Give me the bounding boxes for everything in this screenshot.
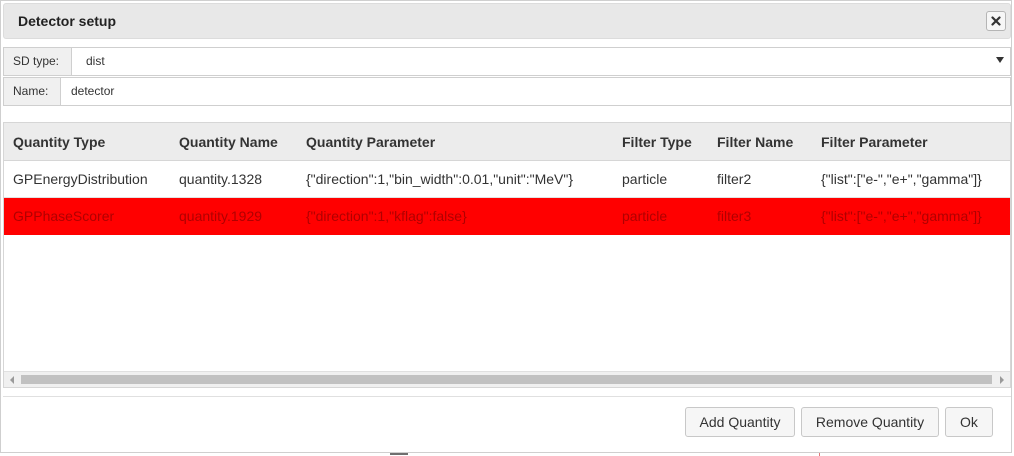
horizontal-scrollbar[interactable] [4, 371, 1010, 387]
column-header-quantity-type[interactable]: Quantity Type [13, 123, 105, 161]
table-header: Quantity Type Quantity Name Quantity Par… [4, 123, 1010, 161]
close-icon [991, 16, 1001, 26]
cell-quantity-name: quantity.1328 [179, 171, 263, 187]
remove-quantity-button[interactable]: Remove Quantity [801, 407, 939, 437]
cell-filter-parameter: {"list":["e-","e+","gamma"]} [821, 208, 982, 224]
table-row[interactable]: GPEnergyDistribution quantity.1328 {"dir… [4, 161, 1010, 198]
table-row-selected[interactable]: GPPhaseScorer quantity.1929 {"direction"… [4, 198, 1010, 235]
cell-filter-type: particle [622, 208, 668, 224]
quantity-table: Quantity Type Quantity Name Quantity Par… [3, 122, 1011, 388]
name-input[interactable]: detector [71, 78, 114, 105]
scrollbar-thumb[interactable] [21, 375, 992, 384]
cell-quantity-name: quantity.1929 [179, 208, 263, 224]
dialog-title: Detector setup [18, 13, 117, 29]
dialog-titlebar[interactable]: Detector setup [3, 3, 1011, 39]
scroll-left-button[interactable] [4, 372, 20, 387]
sd-type-select[interactable]: dist [72, 48, 1010, 75]
cell-filter-name: filter3 [717, 208, 752, 224]
sd-type-field: SD type: dist [3, 47, 1011, 76]
background-mark [390, 453, 408, 455]
column-header-quantity-parameter[interactable]: Quantity Parameter [306, 123, 435, 161]
name-field: Name: detector [3, 77, 1011, 106]
column-header-filter-type[interactable]: Filter Type [622, 123, 692, 161]
ok-button[interactable]: Ok [945, 407, 993, 437]
cell-filter-parameter: {"list":["e-","e+","gamma"]} [821, 171, 982, 187]
cell-filter-type: particle [622, 171, 668, 187]
close-button[interactable] [986, 11, 1006, 31]
footer-divider [3, 396, 1011, 397]
column-header-filter-name[interactable]: Filter Name [717, 123, 793, 161]
scroll-right-button[interactable] [994, 372, 1010, 387]
column-header-quantity-name[interactable]: Quantity Name [179, 123, 278, 161]
sd-type-label: SD type: [4, 48, 72, 75]
sd-type-value: dist [86, 54, 105, 68]
cell-quantity-parameter: {"direction":1,"kflag":false} [306, 208, 467, 224]
cell-quantity-type: GPPhaseScorer [13, 208, 115, 224]
caret-left-icon [10, 375, 14, 384]
caret-right-icon [1000, 375, 1004, 384]
cell-filter-name: filter2 [717, 171, 752, 187]
detector-setup-dialog: Detector setup SD type: dist Name: detec… [0, 0, 1012, 453]
cell-quantity-parameter: {"direction":1,"bin_width":0.01,"unit":"… [306, 171, 574, 187]
column-header-filter-parameter[interactable]: Filter Parameter [821, 123, 928, 161]
cell-quantity-type: GPEnergyDistribution [13, 171, 148, 187]
name-label: Name: [4, 78, 61, 105]
chevron-down-icon [996, 57, 1004, 63]
add-quantity-button[interactable]: Add Quantity [685, 407, 795, 437]
